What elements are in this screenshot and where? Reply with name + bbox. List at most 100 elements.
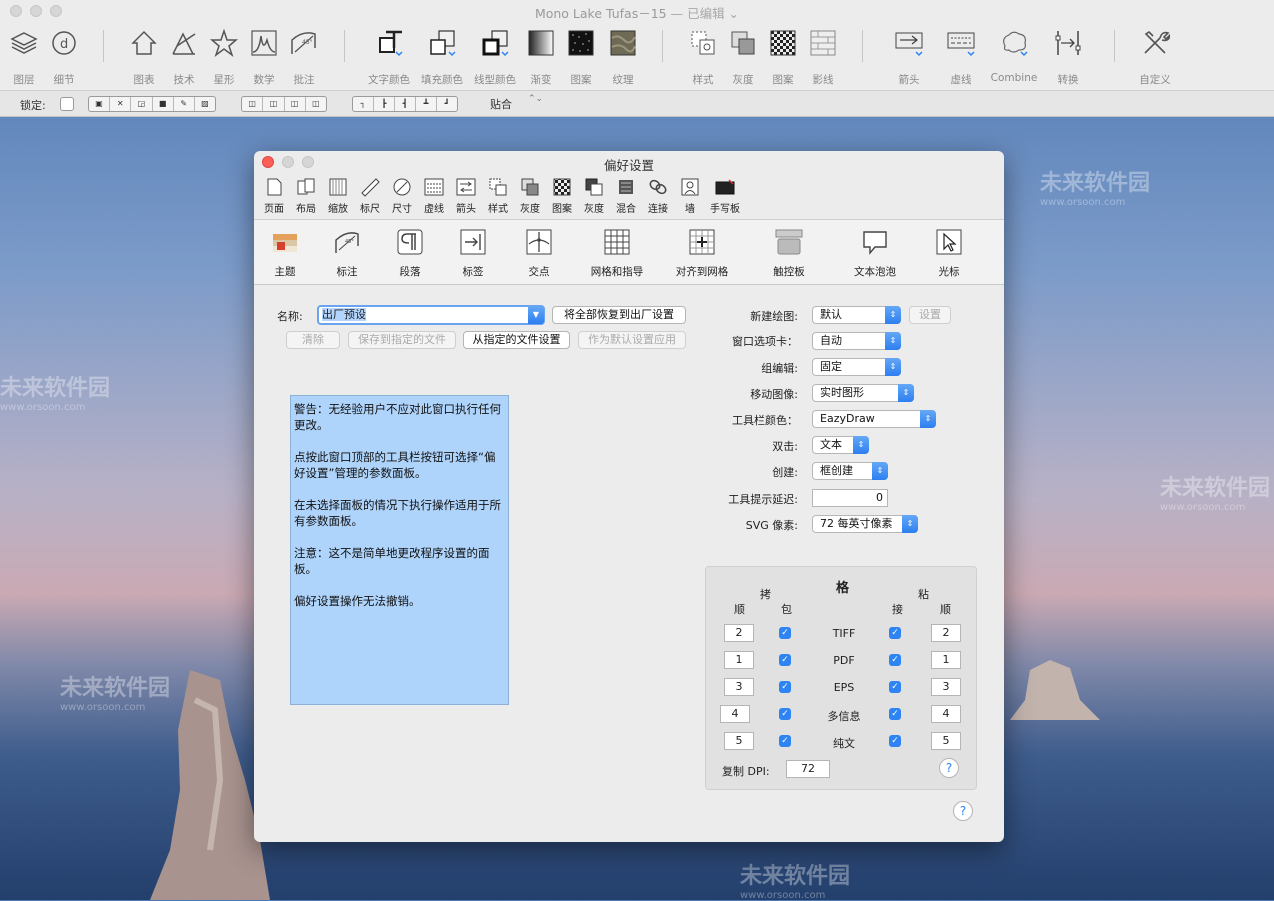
toolbar-dash-button[interactable]: 虚线: [938, 28, 984, 87]
prefs-size-button[interactable]: 尺寸: [386, 177, 418, 215]
copy-order-field[interactable]: 3: [724, 678, 754, 696]
toolbar-detail-button[interactable]: d 细节: [41, 28, 87, 87]
clipboard-help-button[interactable]: ?: [939, 758, 959, 778]
toolbar-color-popup[interactable]: EazyDraw ⇕: [812, 410, 936, 428]
align-options-segment[interactable]: ┐ ┣ ┫ ┻ ┛: [352, 96, 458, 112]
align-option-icon[interactable]: ┐: [353, 97, 374, 111]
set-from-file-button[interactable]: 从指定的文件设置: [463, 331, 570, 349]
group-options-segment[interactable]: ◫ ◫ ◫ ◫: [241, 96, 327, 112]
preset-name-value[interactable]: 出厂预设: [322, 308, 366, 321]
prefs-link-button[interactable]: 连接: [642, 177, 674, 215]
toolbar-arrow-button[interactable]: 箭头: [886, 28, 932, 87]
lock-checkbox[interactable]: [60, 97, 74, 111]
align-option-icon[interactable]: ┛: [437, 97, 457, 111]
copy-order-field[interactable]: 2: [724, 624, 754, 642]
snap-label[interactable]: 贴合: [490, 96, 512, 112]
move-image-popup[interactable]: 实时图形 ⇕: [812, 384, 914, 402]
lock-option-icon[interactable]: ■: [153, 97, 174, 111]
prefs-layout-button[interactable]: 布局: [290, 177, 322, 215]
tab-snap-to-grid[interactable]: 对齐到网格: [667, 228, 737, 279]
toolbar-customize-button[interactable]: 自定义: [1132, 28, 1178, 87]
align-option-icon[interactable]: ┫: [395, 97, 416, 111]
copy-include-checkbox[interactable]: ✓: [779, 735, 791, 747]
copy-dpi-field[interactable]: 72: [786, 760, 830, 778]
align-option-icon[interactable]: ┻: [416, 97, 437, 111]
align-option-icon[interactable]: ┣: [374, 97, 395, 111]
prefs-page-button[interactable]: 页面: [258, 177, 290, 215]
paste-accept-checkbox[interactable]: ✓: [889, 627, 901, 639]
tab-paragraph[interactable]: 段落: [375, 228, 445, 279]
prefs-gray-button[interactable]: 灰度: [514, 177, 546, 215]
paste-accept-checkbox[interactable]: ✓: [889, 708, 901, 720]
copy-order-field[interactable]: 5: [724, 732, 754, 750]
setup-button[interactable]: 设置: [909, 306, 951, 324]
paste-order-field[interactable]: 4: [931, 705, 961, 723]
create-popup[interactable]: 框创建 ⇕: [812, 462, 888, 480]
group-option-icon[interactable]: ◫: [306, 97, 326, 111]
prefs-arrowhead-button[interactable]: 箭头: [450, 177, 482, 215]
lock-options-segment[interactable]: ▣ ✕ ◲ ■ ✎ ▨: [88, 96, 216, 112]
prefs-blend-button[interactable]: 混合: [610, 177, 642, 215]
toolbar-pattern-button[interactable]: 图案: [558, 28, 604, 87]
prefs-wall-button[interactable]: 墙: [674, 177, 706, 215]
tab-cursor[interactable]: 光标: [914, 228, 984, 279]
window-edited-status[interactable]: — 已编辑 ⌄: [667, 6, 739, 21]
tab-intersection[interactable]: 交点: [504, 228, 574, 279]
tab-dimension[interactable]: 45° 标注: [312, 228, 382, 279]
paste-order-field[interactable]: 1: [931, 651, 961, 669]
group-option-icon[interactable]: ◫: [263, 97, 285, 111]
toolbar-combine-button[interactable]: Combine: [990, 28, 1038, 84]
paste-accept-checkbox[interactable]: ✓: [889, 681, 901, 693]
double-click-popup[interactable]: 文本 ⇕: [812, 436, 869, 454]
new-drawing-popup[interactable]: 默认 ⇕: [812, 306, 901, 324]
preferences-help-button[interactable]: ?: [953, 801, 973, 821]
prefs-dash-button[interactable]: 虚线: [418, 177, 450, 215]
group-edit-popup[interactable]: 固定 ⇕: [812, 358, 901, 376]
copy-include-checkbox[interactable]: ✓: [779, 708, 791, 720]
paste-accept-checkbox[interactable]: ✓: [889, 654, 901, 666]
toolbar-text-color-button[interactable]: 文字颜色: [366, 28, 412, 87]
lock-option-icon[interactable]: ▣: [89, 97, 111, 111]
paste-order-field[interactable]: 3: [931, 678, 961, 696]
tab-trackpad[interactable]: 触控板: [754, 228, 824, 279]
preset-name-combobox[interactable]: 出厂预设 ▼: [317, 305, 545, 325]
tooltip-delay-field[interactable]: 0: [812, 489, 888, 507]
copy-order-field[interactable]: 1: [724, 651, 754, 669]
prefs-zoom-setting-button[interactable]: 缩放: [322, 177, 354, 215]
prefs-grayscale-button[interactable]: 灰度: [578, 177, 610, 215]
save-to-file-button[interactable]: 保存到指定的文件: [348, 331, 456, 349]
toolbar-hatch-button[interactable]: 影线: [800, 28, 846, 87]
copy-include-checkbox[interactable]: ✓: [779, 627, 791, 639]
copy-include-checkbox[interactable]: ✓: [779, 681, 791, 693]
lock-option-icon[interactable]: ◲: [131, 97, 153, 111]
apply-as-default-button[interactable]: 作为默认设置应用: [578, 331, 686, 349]
prefs-pattern-button[interactable]: 图案: [546, 177, 578, 215]
tab-tag[interactable]: 标签: [438, 228, 508, 279]
group-option-icon[interactable]: ◫: [242, 97, 264, 111]
copy-include-checkbox[interactable]: ✓: [779, 654, 791, 666]
toolbar-line-color-button[interactable]: 线型颜色: [472, 28, 518, 87]
snap-stepper-icon[interactable]: ⌃⌄: [528, 94, 543, 104]
toolbar-texture-button[interactable]: 纹理: [600, 28, 646, 87]
toolbar-fill-color-button[interactable]: 填充颜色: [419, 28, 465, 87]
svg-pixels-popup[interactable]: 72 每英寸像素 ⇕: [812, 515, 918, 533]
window-tabs-popup[interactable]: 自动 ⇕: [812, 332, 901, 350]
toolbar-transform-button[interactable]: 转换: [1045, 28, 1091, 87]
lock-option-icon[interactable]: ▨: [195, 97, 215, 111]
copy-order-field[interactable]: 4: [720, 705, 750, 723]
tab-grid-guides[interactable]: 网格和指导: [582, 228, 652, 279]
restore-factory-button[interactable]: 将全部恢复到出厂设置: [552, 306, 686, 324]
clear-button[interactable]: 清除: [286, 331, 340, 349]
toolbar-annotation-button[interactable]: 45° 批注: [281, 28, 327, 87]
tab-theme[interactable]: 主题: [254, 228, 320, 279]
lock-option-icon[interactable]: ✎: [174, 97, 195, 111]
paste-order-field[interactable]: 2: [931, 624, 961, 642]
group-option-icon[interactable]: ◫: [285, 97, 306, 111]
prefs-ruler-button[interactable]: 标尺: [354, 177, 386, 215]
lock-option-icon[interactable]: ✕: [110, 97, 132, 111]
tab-speech-bubble[interactable]: 文本泡泡: [840, 228, 910, 279]
paste-order-field[interactable]: 5: [931, 732, 961, 750]
chevron-down-icon[interactable]: ▼: [528, 306, 544, 324]
prefs-style-button[interactable]: 样式: [482, 177, 514, 215]
paste-accept-checkbox[interactable]: ✓: [889, 735, 901, 747]
